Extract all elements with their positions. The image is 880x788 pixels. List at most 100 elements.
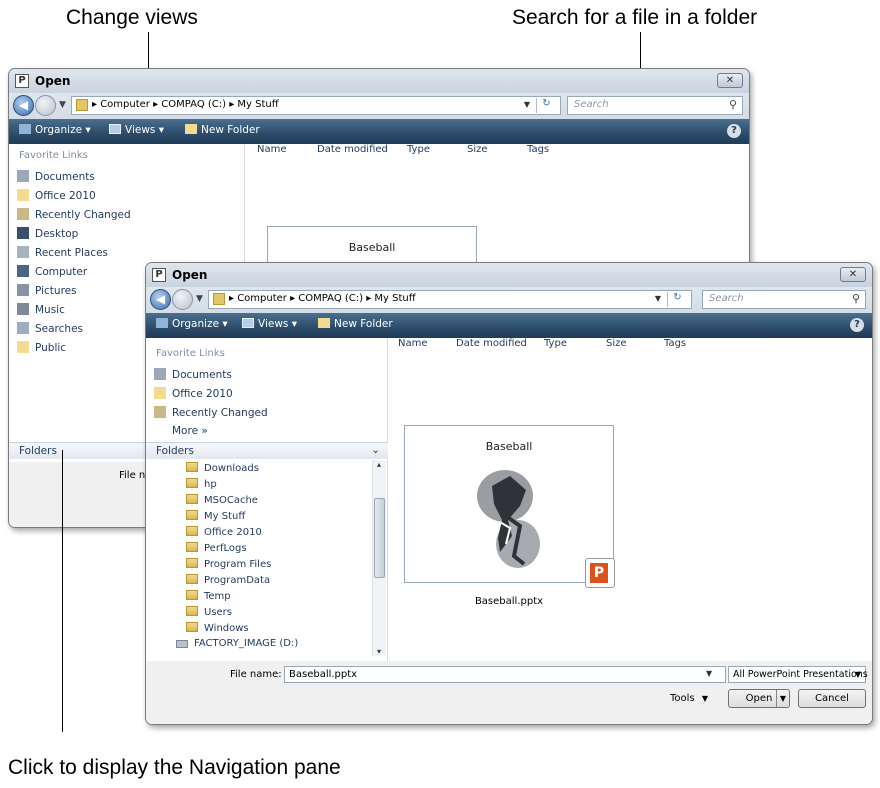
- search-placeholder: Search: [709, 293, 744, 304]
- new-folder-button[interactable]: New Folder: [185, 124, 260, 136]
- folder-icon: [186, 526, 198, 536]
- help-icon[interactable]: ?: [727, 124, 741, 138]
- more-links[interactable]: More »: [172, 425, 208, 437]
- back-button[interactable]: ◀: [150, 289, 171, 310]
- column-header-name[interactable]: Name: [398, 338, 428, 356]
- nav-item-label: Recent Places: [35, 247, 109, 259]
- refresh-button[interactable]: ↻: [667, 292, 687, 307]
- new-folder-label: New Folder: [201, 124, 260, 136]
- folder-icon: [17, 189, 29, 201]
- address-dropdown-icon[interactable]: ▼: [524, 100, 530, 109]
- file-name-dropdown-icon[interactable]: ▼: [706, 669, 712, 678]
- nav-item-public[interactable]: Public: [17, 341, 66, 354]
- forward-button[interactable]: [35, 95, 56, 116]
- search-icon[interactable]: ⚲: [852, 292, 860, 305]
- search-placeholder: Search: [574, 99, 609, 110]
- tree-item-programdata[interactable]: ProgramData: [186, 574, 270, 586]
- scroll-up-arrow-icon[interactable]: ▴: [373, 460, 385, 469]
- new-folder-button[interactable]: New Folder: [318, 318, 393, 330]
- views-button[interactable]: Views ▾: [242, 318, 297, 330]
- back-arrow-icon: ◀: [155, 292, 166, 306]
- column-header-date-modified[interactable]: Date modified: [317, 144, 388, 162]
- column-header-name[interactable]: Name: [257, 144, 287, 162]
- help-icon[interactable]: ?: [850, 318, 864, 332]
- nav-item-office-2010[interactable]: Office 2010: [154, 387, 233, 400]
- navigation-pane: Favorite Links Documents Office 2010 Rec…: [146, 338, 388, 661]
- title-bar: P Open ✕: [146, 263, 872, 287]
- views-icon: [109, 124, 121, 134]
- forward-button[interactable]: [172, 289, 193, 310]
- tools-button[interactable]: Tools ▼: [670, 693, 708, 704]
- folder-tree-scrollbar[interactable]: ▴ ▾: [372, 460, 386, 656]
- tree-item-msocache[interactable]: MSOCache: [186, 494, 258, 506]
- tree-item-hp[interactable]: hp: [186, 478, 217, 490]
- file-type-select[interactable]: All PowerPoint Presentations ▼: [728, 666, 868, 683]
- tree-item-windows[interactable]: Windows: [186, 622, 249, 634]
- tree-item-program-files[interactable]: Program Files: [186, 558, 271, 570]
- nav-item-recent-places[interactable]: Recent Places: [17, 246, 108, 259]
- nav-item-documents[interactable]: Documents: [154, 368, 232, 381]
- nav-item-searches[interactable]: Searches: [17, 322, 83, 335]
- column-header-tags[interactable]: Tags: [527, 144, 549, 162]
- refresh-button[interactable]: ↻: [536, 98, 556, 113]
- search-input[interactable]: Search ⚲: [702, 290, 866, 309]
- folders-toggle[interactable]: Folders ⌄: [146, 442, 388, 459]
- column-label: Tags: [527, 144, 550, 155]
- column-header-type[interactable]: Type: [407, 144, 430, 162]
- nav-item-pictures[interactable]: Pictures: [17, 284, 77, 297]
- folder-icon: [154, 387, 166, 399]
- search-input[interactable]: Search ⚲: [567, 96, 743, 115]
- nav-item-recently-changed[interactable]: Recently Changed: [17, 208, 131, 221]
- chevron-down-icon[interactable]: ▼: [775, 690, 786, 707]
- tree-item-users[interactable]: Users: [186, 606, 232, 618]
- column-header-type[interactable]: Type: [544, 338, 567, 356]
- organize-button[interactable]: Organize ▾: [156, 318, 228, 330]
- back-button[interactable]: ◀: [13, 95, 34, 116]
- new-folder-icon: [185, 124, 197, 134]
- recent-pages-dropdown[interactable]: ▼: [59, 100, 66, 110]
- cancel-button[interactable]: Cancel: [798, 689, 866, 708]
- nav-item-office-2010[interactable]: Office 2010: [17, 189, 96, 202]
- nav-item-computer[interactable]: Computer: [17, 265, 87, 278]
- new-folder-icon: [318, 318, 330, 328]
- nav-item-label: Desktop: [35, 228, 79, 240]
- folder-icon: [17, 341, 29, 353]
- tree-item-factory-image[interactable]: FACTORY_IMAGE (D:): [176, 638, 298, 649]
- new-folder-label: New Folder: [334, 318, 393, 330]
- scrollbar-thumb[interactable]: [374, 498, 385, 578]
- file-name-input[interactable]: Baseball.pptx: [284, 666, 726, 683]
- tree-item-temp[interactable]: Temp: [186, 590, 231, 602]
- recent-pages-dropdown[interactable]: ▼: [196, 294, 203, 304]
- column-header-size[interactable]: Size: [606, 338, 627, 356]
- tree-item-perflogs[interactable]: PerfLogs: [186, 542, 247, 554]
- chevron-down-icon: ⌄: [371, 444, 380, 456]
- nav-item-music[interactable]: Music: [17, 303, 65, 316]
- address-bar[interactable]: ▸ Computer ▸ COMPAQ (C:) ▸ My Stuff ▼ ↻: [208, 290, 692, 309]
- open-button[interactable]: Open ▼: [728, 689, 790, 708]
- tree-item-my-stuff[interactable]: My Stuff: [186, 510, 245, 522]
- close-button[interactable]: ✕: [840, 267, 866, 282]
- column-header-date-modified[interactable]: Date modified: [456, 338, 527, 356]
- folder-icon: [76, 99, 88, 111]
- tree-item-office-2010[interactable]: Office 2010: [186, 526, 262, 538]
- address-dropdown-icon[interactable]: ▼: [655, 294, 661, 303]
- close-button[interactable]: ✕: [717, 73, 743, 88]
- column-header-size[interactable]: Size: [467, 144, 488, 162]
- nav-item-desktop[interactable]: Desktop: [17, 227, 78, 240]
- refresh-icon: ↻: [542, 98, 551, 109]
- organize-button[interactable]: Organize ▾: [19, 124, 91, 136]
- views-button[interactable]: Views ▾: [109, 124, 164, 136]
- search-icon[interactable]: ⚲: [729, 98, 737, 111]
- views-icon: [242, 318, 254, 328]
- scroll-down-arrow-icon[interactable]: ▾: [373, 647, 385, 656]
- nav-item-documents[interactable]: Documents: [17, 170, 95, 183]
- recently-changed-icon: [154, 406, 166, 418]
- tree-item-downloads[interactable]: Downloads: [186, 462, 259, 474]
- folder-icon: [186, 558, 198, 568]
- nav-item-recently-changed[interactable]: Recently Changed: [154, 406, 268, 419]
- nav-item-label: Searches: [35, 323, 84, 335]
- command-toolbar: Organize ▾ Views ▾ New Folder ?: [9, 119, 749, 144]
- address-bar[interactable]: ▸ Computer ▸ COMPAQ (C:) ▸ My Stuff ▼ ↻: [71, 96, 561, 115]
- file-thumbnail[interactable]: Baseball P: [404, 425, 615, 588]
- column-header-tags[interactable]: Tags: [664, 338, 686, 356]
